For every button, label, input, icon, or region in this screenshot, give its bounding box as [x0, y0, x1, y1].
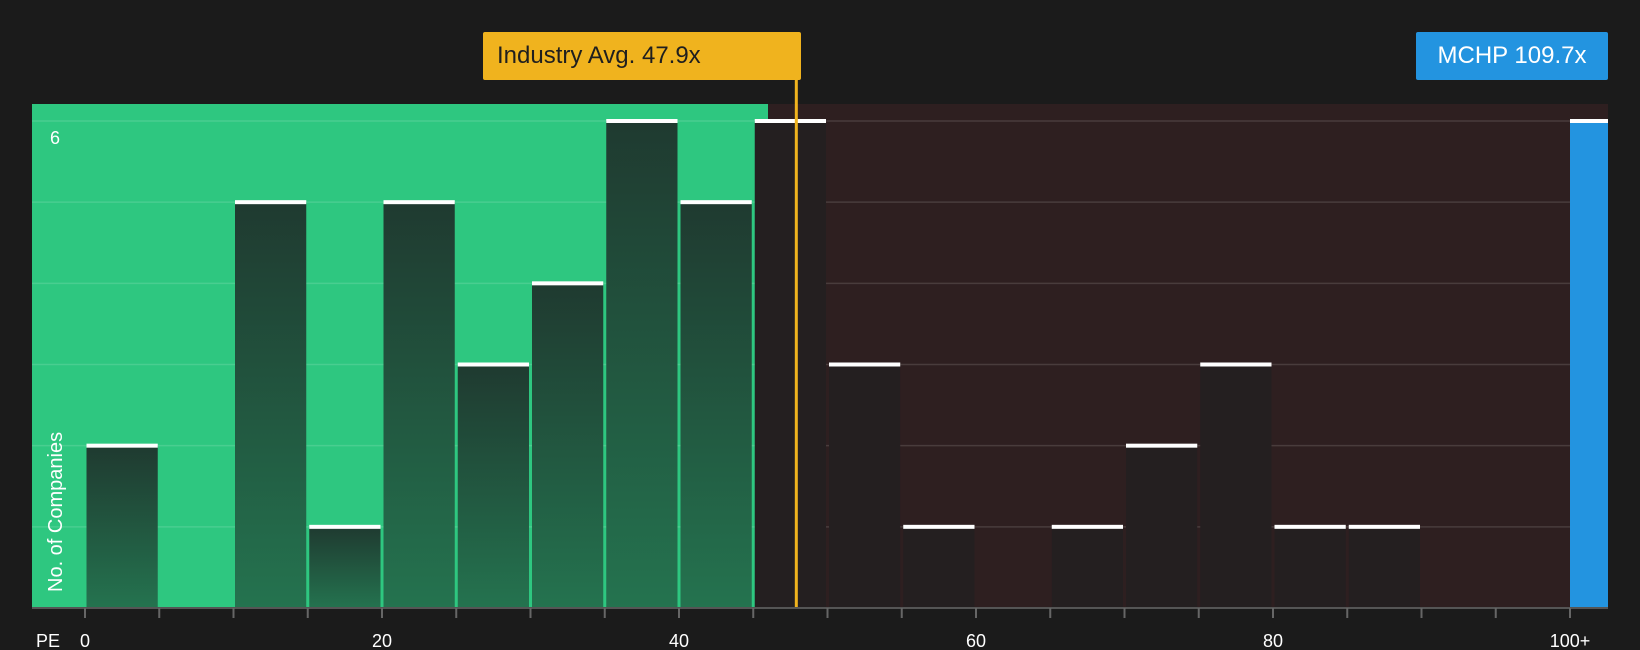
industry-average-callout: Industry Avg. 47.9x [483, 32, 801, 80]
y-axis-label: No. of Companies [45, 432, 67, 592]
bar-top-marker [235, 200, 307, 205]
x-tick-label: 80 [1263, 631, 1283, 650]
x-axis: 0 20 40 60 80 100+ [32, 607, 1608, 650]
y-tick-label: 6 [50, 128, 60, 148]
x-tick-label: 20 [372, 631, 392, 650]
histogram-bar [86, 445, 158, 608]
bar-top-marker [1348, 524, 1420, 529]
bar-top-marker [532, 281, 604, 286]
bar-top-marker [1274, 524, 1346, 529]
bar-top-marker [903, 524, 975, 529]
histogram-bar [383, 202, 455, 608]
histogram-bar [1348, 526, 1420, 608]
bar-top-marker [829, 362, 901, 367]
bar-top-marker [457, 362, 529, 367]
histogram-bar [1126, 445, 1198, 608]
histogram-bar [903, 526, 975, 608]
histogram-bar [829, 364, 901, 608]
histogram-bar [235, 202, 307, 608]
subject-bar [1570, 121, 1608, 608]
pe-distribution-chart: 0 20 40 60 80 100+ 6 No. of Companies PE [32, 80, 1608, 650]
bar-top-marker [1051, 524, 1123, 529]
x-tick-label: 40 [669, 631, 689, 650]
x-tick-label: 60 [966, 631, 986, 650]
bar-top-marker [86, 443, 158, 448]
histogram-bar [532, 283, 604, 608]
x-axis-label: PE [36, 631, 60, 650]
bar-top-marker [1126, 443, 1198, 448]
subject-company-callout: MCHP 109.7x [1416, 32, 1608, 80]
bar-top-marker [1200, 362, 1272, 367]
histogram-bar [680, 202, 752, 608]
histogram-bar [1274, 526, 1346, 608]
histogram-bar [606, 121, 678, 608]
bar-top-marker [606, 119, 678, 123]
bar-top-marker [754, 119, 826, 123]
histogram-bar [1200, 364, 1272, 608]
bar-top-marker [309, 524, 381, 529]
histogram-bar [1051, 526, 1123, 608]
bar-top-marker [680, 200, 752, 205]
x-tick-label: 100+ [1550, 631, 1591, 650]
histogram-bar [309, 526, 381, 608]
bar-top-marker [383, 200, 455, 205]
histogram-bar [457, 364, 529, 608]
x-tick-label: 0 [80, 631, 90, 650]
subject-bar-top-marker [1570, 119, 1608, 123]
histogram-bar [754, 121, 826, 608]
